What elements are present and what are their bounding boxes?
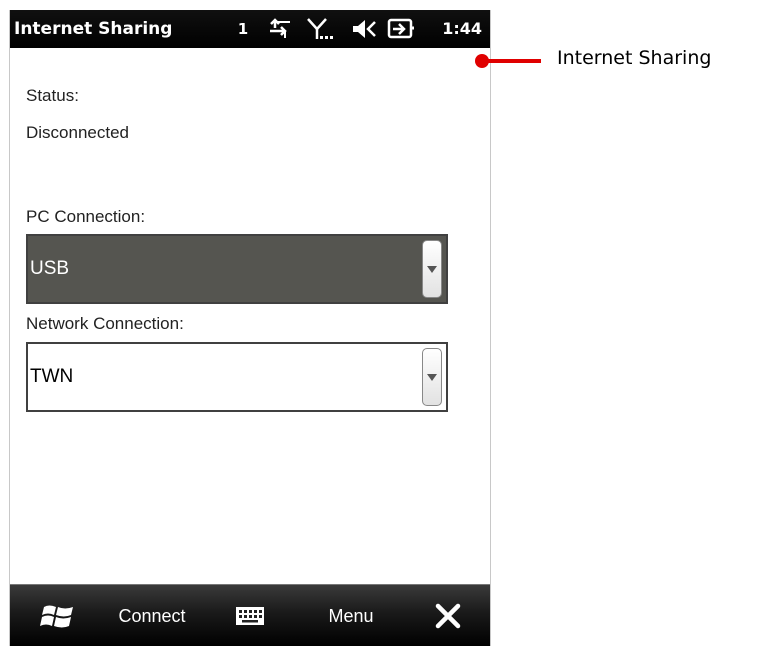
dropdown-arrow-icon[interactable] <box>422 348 442 406</box>
menu-softkey[interactable]: Menu <box>306 585 396 646</box>
pc-connection-label: PC Connection: <box>26 207 146 226</box>
notification-count[interactable]: 1 <box>236 16 250 42</box>
keyboard-icon[interactable] <box>228 585 272 646</box>
speaker-muted-icon[interactable] <box>350 16 378 42</box>
signal-icon[interactable] <box>306 16 336 42</box>
status-label: Status: <box>26 86 79 105</box>
battery-charging-icon[interactable] <box>386 16 416 42</box>
status-value: Disconnected <box>26 123 130 142</box>
callout-dot <box>475 54 489 68</box>
soft-key-bar: Connect Menu <box>10 584 490 646</box>
callout-label: Internet Sharing <box>557 47 712 69</box>
close-icon[interactable] <box>418 585 478 646</box>
callout-line <box>481 59 541 63</box>
windows-start-icon[interactable] <box>28 585 88 646</box>
pc-connection-value: USB <box>30 258 70 279</box>
app-title: Internet Sharing <box>14 19 173 39</box>
network-connection-label: Network Connection: <box>26 314 184 333</box>
dropdown-arrow-icon[interactable] <box>422 240 442 298</box>
network-connection-dropdown[interactable]: TWN <box>26 342 448 412</box>
content-area: Status: Disconnected PC Connection: USB … <box>10 48 490 584</box>
pc-connection-dropdown[interactable]: USB <box>26 234 448 304</box>
network-connection-value: TWN <box>30 366 74 387</box>
data-sync-icon[interactable] <box>266 16 294 42</box>
connect-softkey[interactable]: Connect <box>102 585 202 646</box>
device-screen: Internet Sharing 1 1:44 Status: Disconne… <box>9 10 491 646</box>
clock[interactable]: 1:44 <box>442 10 482 48</box>
title-bar: Internet Sharing 1 1:44 <box>10 10 490 48</box>
